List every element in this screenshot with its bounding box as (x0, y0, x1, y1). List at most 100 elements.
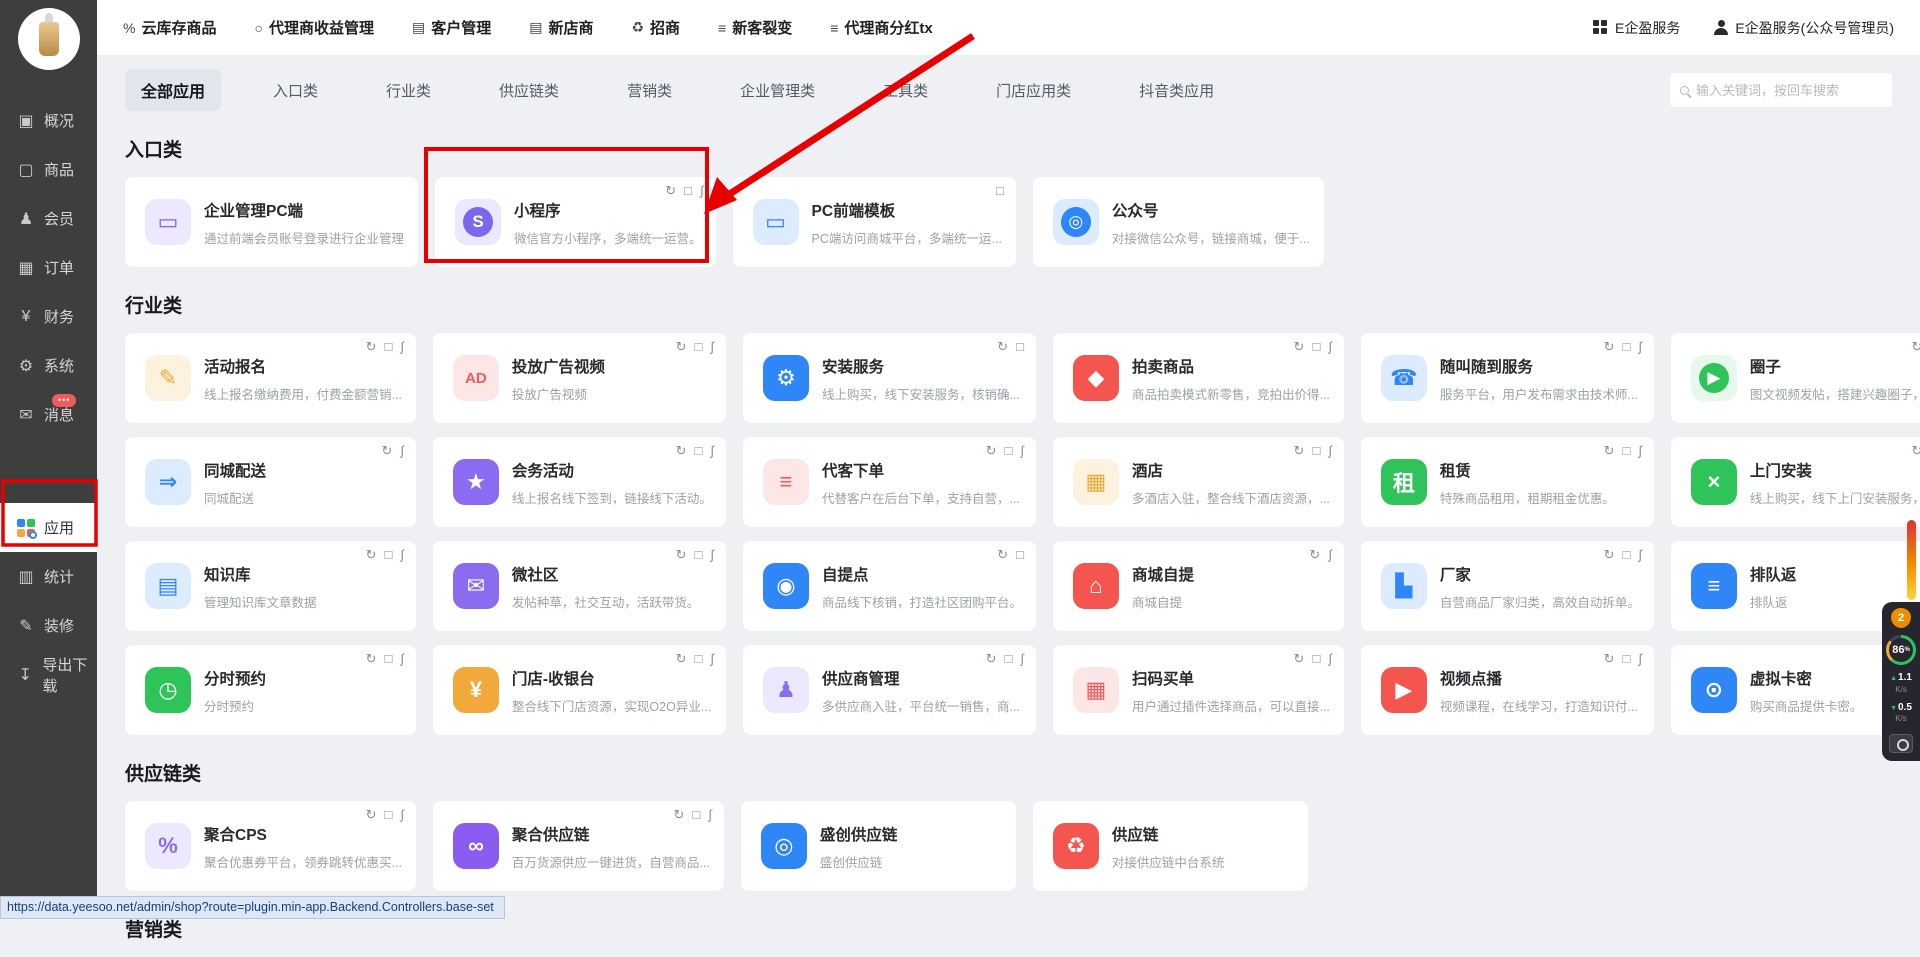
app-card[interactable]: ▭PC前端模板PC端访问商城平台，多端统一运...□ (733, 177, 1016, 267)
link-icon[interactable]: ∫ (1638, 339, 1642, 355)
search-input[interactable] (1696, 83, 1882, 98)
app-card[interactable]: ⚙安装服务线上购买，线下安装服务，核销确...↻□ (743, 333, 1036, 423)
printer-icon[interactable]: □ (1005, 651, 1013, 667)
printer-icon[interactable]: □ (695, 651, 703, 667)
app-card[interactable]: ▦酒店多酒店入驻，整合线下酒店资源，...↻□∫ (1053, 437, 1344, 527)
app-card[interactable]: ♟供应商管理多供应商入驻，平台统一销售，商...↻□∫ (743, 645, 1036, 735)
link-icon[interactable]: ∫ (1020, 651, 1024, 667)
link-icon[interactable]: ∫ (710, 443, 714, 459)
app-card[interactable]: ×上门安装线上购买，线下上门安装服务，核...↻□∫ (1671, 437, 1920, 527)
printer-icon[interactable]: □ (1016, 339, 1024, 355)
tab-all[interactable]: 全部应用 (125, 69, 221, 111)
refresh-icon[interactable]: ↻ (1309, 547, 1320, 563)
app-card[interactable]: ⌂商城自提商城自提↻∫ (1053, 541, 1344, 631)
refresh-icon[interactable]: ↻ (997, 547, 1008, 563)
app-card[interactable]: ◎公众号对接微信公众号，链接商城，便于... (1033, 177, 1324, 267)
topbar-menu-new-customer-split[interactable]: ≡新客裂变 (718, 17, 792, 38)
refresh-icon[interactable]: ↻ (1911, 339, 1920, 355)
link-icon[interactable]: ∫ (400, 547, 404, 563)
printer-icon[interactable]: □ (1622, 651, 1630, 667)
sidebar-item-finance[interactable]: ¥财务 (0, 292, 97, 341)
refresh-icon[interactable]: ↻ (366, 547, 377, 563)
app-card[interactable]: S小程序微信官方小程序，多端统一运营。↻□∫ (435, 177, 716, 267)
tab-store-apps[interactable]: 门店应用类 (980, 71, 1087, 110)
refresh-icon[interactable]: ↻ (381, 443, 392, 459)
link-icon[interactable]: ∫ (400, 339, 404, 355)
app-card[interactable]: ≡代客下单代替客户在后台下单，支持自营，...↻□∫ (743, 437, 1036, 527)
sidebar-item-orders[interactable]: ▦订单 (0, 243, 97, 292)
printer-icon[interactable]: □ (692, 807, 700, 823)
refresh-icon[interactable]: ↻ (1604, 443, 1615, 459)
app-card[interactable]: ☎随叫随到服务服务平台，用户发布需求由技术师...↻□∫ (1361, 333, 1654, 423)
sidebar-item-stats[interactable]: ▥统计 (0, 552, 97, 601)
link-icon[interactable]: ∫ (710, 339, 714, 355)
link-icon[interactable]: ∫ (1328, 443, 1332, 459)
link-icon[interactable]: ∫ (1328, 339, 1332, 355)
refresh-icon[interactable]: ↻ (366, 651, 377, 667)
printer-icon[interactable]: □ (1622, 339, 1630, 355)
app-card[interactable]: ◆拍卖商品商品拍卖模式新零售，竞拍出价得...↻□∫ (1053, 333, 1344, 423)
link-icon[interactable]: ∫ (700, 183, 704, 199)
app-card[interactable]: 租租赁特殊商品租用，租期租金优惠。↻□∫ (1361, 437, 1654, 527)
tab-supply-chain[interactable]: 供应链类 (483, 71, 575, 110)
topbar-menu-cloud-stock[interactable]: %云库存商品 (123, 17, 216, 38)
refresh-icon[interactable]: ↻ (674, 807, 685, 823)
tab-industry[interactable]: 行业类 (370, 71, 447, 110)
topbar-menu-investment[interactable]: ♻招商 (631, 17, 680, 38)
refresh-icon[interactable]: ↻ (997, 339, 1008, 355)
app-card[interactable]: ◎盛创供应链盛创供应链 (741, 801, 1016, 891)
sidebar-item-goods[interactable]: ▢商品 (0, 145, 97, 194)
performance-monitor-widget[interactable]: 2 86% ▲1.1 K/s ▼0.5 K/s (1882, 602, 1920, 761)
printer-icon[interactable]: □ (1622, 443, 1630, 459)
refresh-icon[interactable]: ↻ (1294, 651, 1305, 667)
printer-icon[interactable]: □ (996, 183, 1004, 198)
tab-entry[interactable]: 入口类 (257, 71, 334, 110)
tab-enterprise-mgmt[interactable]: 企业管理类 (724, 71, 831, 110)
link-icon[interactable]: ∫ (400, 443, 404, 459)
link-icon[interactable]: ∫ (1328, 651, 1332, 667)
refresh-icon[interactable]: ↻ (1294, 443, 1305, 459)
printer-icon[interactable]: □ (1312, 443, 1320, 459)
printer-icon[interactable]: □ (695, 547, 703, 563)
app-card[interactable]: ◷分时预约分时预约↻□∫ (125, 645, 416, 735)
app-card[interactable]: ◉自提点商品线下核销，打造社区团购平台。↻□ (743, 541, 1036, 631)
refresh-icon[interactable]: ↻ (986, 651, 997, 667)
link-icon[interactable]: ∫ (1020, 443, 1024, 459)
sidebar-item-members[interactable]: ♟会员 (0, 194, 97, 243)
tab-douyin-apps[interactable]: 抖音类应用 (1123, 71, 1230, 110)
refresh-icon[interactable]: ↻ (1911, 443, 1920, 459)
app-card[interactable]: ✉微社区发帖种草，社交互动，活跃带货。↻□∫ (433, 541, 726, 631)
refresh-icon[interactable]: ↻ (1604, 339, 1615, 355)
printer-icon[interactable]: □ (385, 339, 393, 355)
shop-logo[interactable] (18, 8, 80, 70)
refresh-icon[interactable]: ↻ (366, 807, 377, 823)
printer-icon[interactable]: □ (385, 651, 393, 667)
printer-icon[interactable]: □ (684, 183, 692, 199)
sidebar-item-export-download[interactable]: ↧导出下载 (0, 650, 97, 699)
refresh-icon[interactable]: ↻ (986, 443, 997, 459)
topbar-menu-agent-dividend[interactable]: ≡代理商分红tx (830, 17, 933, 38)
app-card[interactable]: %聚合CPS聚合优惠券平台，领券跳转优惠买...↻□∫ (125, 801, 416, 891)
printer-icon[interactable]: □ (1312, 339, 1320, 355)
account-menu[interactable]: E企盈服务(公众号管理员) (1714, 18, 1894, 38)
app-card[interactable]: ▤知识库管理知识库文章数据↻□∫ (125, 541, 416, 631)
topbar-menu-agent-revenue[interactable]: ○代理商收益管理 (254, 17, 373, 38)
link-icon[interactable]: ∫ (1328, 547, 1332, 563)
topbar-menu-new-store[interactable]: ▤新店商 (529, 17, 593, 38)
printer-icon[interactable]: □ (385, 807, 393, 823)
service-switcher[interactable]: E企盈服务 (1593, 18, 1680, 38)
app-card[interactable]: ★会务活动线上报名线下签到，链接线下活动。↻□∫ (433, 437, 726, 527)
app-card[interactable]: ∞聚合供应链百万货源供应一键进货，自营商品...↻□∫ (433, 801, 724, 891)
printer-icon[interactable]: □ (385, 547, 393, 563)
printer-icon[interactable]: □ (1312, 651, 1320, 667)
refresh-icon[interactable]: ↻ (366, 339, 377, 355)
app-card[interactable]: ¥门店-收银台整合线下门店资源，实现O2O异业...↻□∫ (433, 645, 726, 735)
sidebar-item-apps[interactable]: 应用 (0, 503, 97, 552)
camera-icon[interactable] (1889, 734, 1913, 753)
refresh-icon[interactable]: ↻ (1604, 547, 1615, 563)
topbar-menu-customer-mgmt[interactable]: ▤客户管理 (412, 17, 491, 38)
refresh-icon[interactable]: ↻ (676, 651, 687, 667)
printer-icon[interactable]: □ (1016, 547, 1024, 563)
link-icon[interactable]: ∫ (1638, 443, 1642, 459)
app-card[interactable]: ▭企业管理PC端通过前端会员账号登录进行企业管理 (125, 177, 418, 267)
